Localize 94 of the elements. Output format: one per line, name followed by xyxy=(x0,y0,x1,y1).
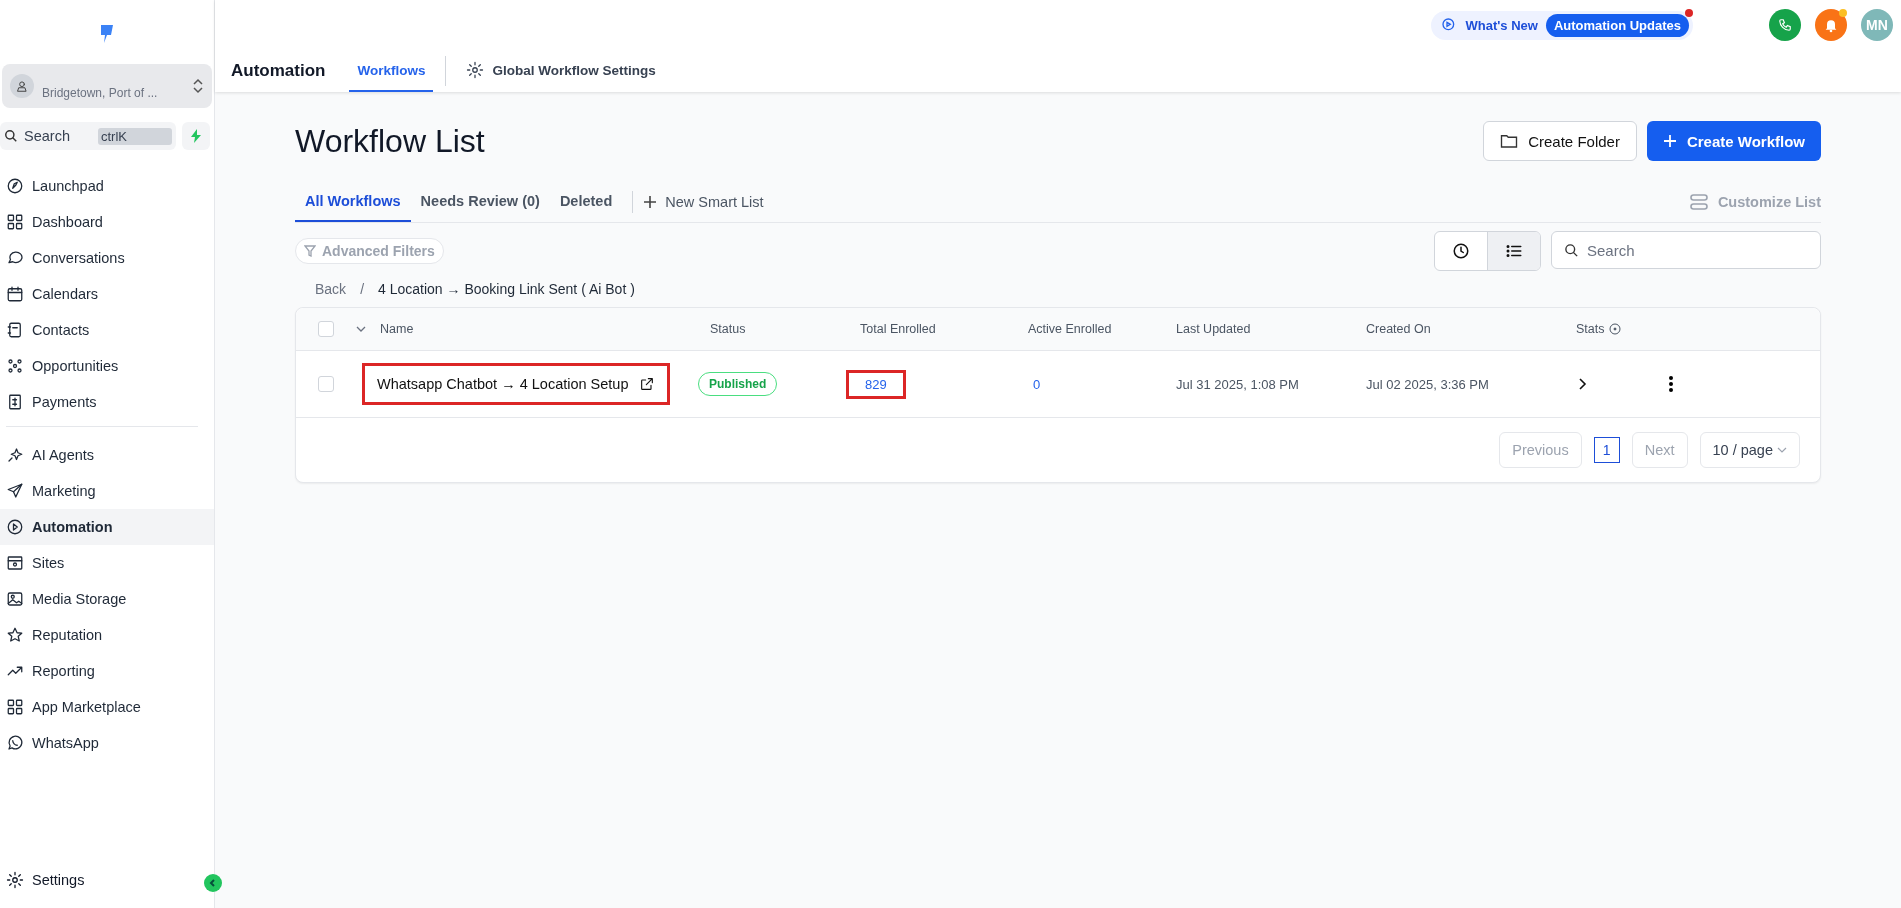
bell-icon xyxy=(1823,17,1839,33)
sidebar-item[interactable]: Sites xyxy=(0,545,214,581)
settings-icon xyxy=(466,61,485,79)
chevron-right-icon[interactable] xyxy=(1576,377,1588,391)
chat-bubble-icon xyxy=(6,734,24,752)
paper-plane-icon xyxy=(6,482,24,500)
grid-icon xyxy=(6,698,24,716)
notification-dot xyxy=(1685,8,1693,17)
column-header: Stats xyxy=(1576,322,1605,336)
chevron-down-icon xyxy=(1777,446,1787,454)
sidebar-item[interactable]: App Marketplace xyxy=(0,689,214,725)
workflow-name-link[interactable]: Whatsapp Chatbot → 4 Location Setup xyxy=(362,363,670,405)
star-icon xyxy=(6,626,24,644)
clock-icon xyxy=(1452,242,1470,260)
plus-icon xyxy=(643,195,658,209)
collapse-button[interactable] xyxy=(204,874,222,892)
checkbox[interactable] xyxy=(318,376,334,392)
page-size-dropdown[interactable]: 10 / page xyxy=(1699,432,1800,468)
page-title: Workflow List xyxy=(295,122,485,160)
header-tab[interactable]: Workflows xyxy=(349,50,434,92)
sidebar-item[interactable]: Reputation xyxy=(0,617,214,653)
column-header: Last Updated xyxy=(1176,322,1252,336)
settings-icon xyxy=(6,871,24,889)
new-smart-list-button[interactable]: New Smart List xyxy=(643,194,764,210)
notifications-button[interactable] xyxy=(1815,9,1847,41)
grid-icon xyxy=(6,213,24,231)
chevron-down-icon[interactable] xyxy=(356,325,366,333)
search-icon xyxy=(1564,242,1579,258)
column-header: Created On xyxy=(1366,322,1432,336)
column-header: Status xyxy=(710,322,747,336)
lightning-icon xyxy=(190,129,202,143)
sidebar-item[interactable]: Payments xyxy=(0,384,214,420)
settings-item[interactable]: Settings xyxy=(0,862,91,898)
contact-card-icon xyxy=(6,321,24,339)
total-enrolled-link[interactable]: 829 xyxy=(846,369,906,399)
account-location: Bridgetown, Port of ... xyxy=(42,85,159,100)
nodes-icon xyxy=(6,357,24,375)
calendar-icon xyxy=(6,285,24,303)
shortcut-hint: ctrlK xyxy=(98,127,172,145)
toggles-icon xyxy=(1689,194,1708,210)
logo-icon xyxy=(99,24,115,44)
checkbox[interactable] xyxy=(318,321,334,337)
sidebar-item[interactable]: AI Agents xyxy=(0,437,214,473)
sidebar-item[interactable]: Contacts xyxy=(0,312,214,348)
active-enrolled-link[interactable]: 0 xyxy=(1014,369,1060,399)
plus-icon xyxy=(1662,134,1677,148)
whats-new-label: What's New xyxy=(1465,17,1538,33)
header-tab[interactable]: Global Workflow Settings xyxy=(458,50,664,92)
chevron-up-down-icon xyxy=(192,78,204,94)
list-tab[interactable]: Deleted xyxy=(549,182,623,222)
sidebar-item[interactable]: Opportunities xyxy=(0,348,214,384)
create-folder-button[interactable]: Create Folder xyxy=(1483,121,1637,161)
filter-icon xyxy=(304,245,316,257)
table-cell: Jul 31 2025, 1:08 PM xyxy=(1176,376,1299,392)
sidebar-item[interactable]: Conversations xyxy=(0,240,214,276)
create-workflow-button[interactable]: Create Workflow xyxy=(1646,121,1821,161)
view-toggle[interactable] xyxy=(1487,232,1540,270)
sidebar-item[interactable]: Launchpad xyxy=(0,168,214,204)
more-options-icon[interactable] xyxy=(1668,375,1674,393)
search-icon xyxy=(4,129,18,143)
browser-window-icon xyxy=(6,554,24,572)
column-header: Active Enrolled xyxy=(1028,322,1113,336)
list-tab[interactable]: Needs Review (0) xyxy=(410,182,550,222)
back-link[interactable]: Back xyxy=(315,281,347,297)
sidebar-item[interactable]: Reporting xyxy=(0,653,214,689)
whats-new-pill[interactable]: What's New Automation Updates xyxy=(1431,10,1693,40)
account-switcher[interactable]: Bridgetown, Port of ... xyxy=(2,64,212,108)
sidebar-item[interactable]: Media Storage xyxy=(0,581,214,617)
search-field[interactable]: Search xyxy=(1551,231,1821,269)
table-cell: Jul 02 2025, 3:36 PM xyxy=(1366,376,1489,392)
list-icon xyxy=(1505,242,1523,260)
info-icon xyxy=(1608,323,1621,335)
folder-icon xyxy=(1500,133,1519,149)
sidebar-item[interactable]: Marketing xyxy=(0,473,214,509)
phone-icon xyxy=(1778,18,1792,32)
sidebar-item[interactable]: WhatsApp xyxy=(0,725,214,761)
breadcrumb-separator: / xyxy=(360,281,364,297)
chevron-left-icon xyxy=(208,878,218,888)
phone-button[interactable] xyxy=(1769,9,1801,41)
search-field[interactable]: Search ctrlK xyxy=(0,122,176,150)
breadcrumb-current: 4 Location → Booking Link Sent ( Ai Bot ) xyxy=(378,281,635,297)
column-header: Name xyxy=(380,322,415,336)
sparkle-icon xyxy=(6,446,24,464)
sidebar-item[interactable]: Automation xyxy=(0,509,214,545)
sidebar-item[interactable]: Calendars xyxy=(0,276,214,312)
updates-badge: Automation Updates xyxy=(1545,13,1689,37)
column-header: Total Enrolled xyxy=(860,322,937,336)
play-circle-icon xyxy=(6,518,24,536)
image-icon xyxy=(6,590,24,608)
list-tab[interactable]: All Workflows xyxy=(295,182,411,222)
page-section-title: Automation xyxy=(231,61,326,81)
page-number-button[interactable]: 1 xyxy=(1593,437,1620,463)
external-link-icon xyxy=(638,376,655,392)
sidebar-item[interactable]: Dashboard xyxy=(0,204,214,240)
